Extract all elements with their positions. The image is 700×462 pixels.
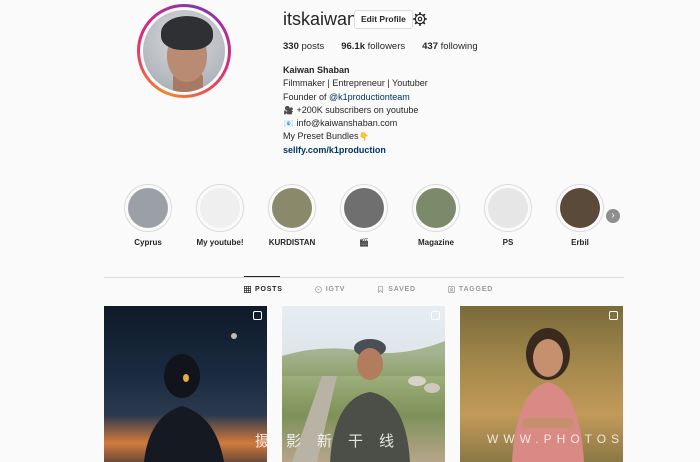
highlight-image <box>416 188 456 228</box>
pointing-down-icon: 👇 <box>359 132 370 142</box>
highlight-cover <box>556 184 604 232</box>
highlight-item[interactable]: My youtube! <box>196 184 244 247</box>
bio-website-link[interactable]: sellfy.com/k1production <box>283 144 583 157</box>
highlight-label: Cyprus <box>134 238 162 247</box>
camera-icon: 🎥 <box>283 105 294 115</box>
profile-avatar[interactable] <box>137 4 231 98</box>
post-tile[interactable] <box>104 306 267 462</box>
highlight-label: PS <box>502 238 514 247</box>
highlight-item[interactable]: Cyprus <box>124 184 172 247</box>
highlight-cover <box>124 184 172 232</box>
highlight-image <box>272 188 312 228</box>
watermark-text: WWW.PHOTOS <box>487 432 625 446</box>
username: itskaiwan <box>283 9 358 29</box>
following-stat[interactable]: 437 following <box>422 41 477 52</box>
email-text: info@kaiwanshaban.com <box>296 118 398 129</box>
tab-tagged[interactable]: TAGGED <box>448 286 493 293</box>
posts-label: posts <box>301 41 325 52</box>
highlight-label: My youtube! <box>196 238 244 247</box>
story-highlights: Cyprus My youtube! KURDISTAN 🎬 Magazine PS Erb… <box>124 184 628 247</box>
highlight-cover <box>484 184 532 232</box>
igtv-icon <box>314 286 322 293</box>
tab-igtv-label: IGTV <box>325 286 346 293</box>
tab-tagged-label: TAGGED <box>458 286 494 293</box>
bookmark-icon <box>378 286 384 293</box>
founder-prefix: Founder of <box>283 91 330 102</box>
bio-line-youtube: 🎥 +200K subscribers on youtube <box>283 104 583 117</box>
profile-full-name: Kaiwan Shaban <box>283 65 350 75</box>
highlight-image <box>128 188 168 228</box>
highlight-item[interactable]: Magazine <box>412 184 460 247</box>
tagged-icon <box>448 286 455 293</box>
tab-posts-label: POSTS <box>255 286 283 293</box>
multiple-photos-icon <box>609 311 618 320</box>
highlight-cover <box>196 184 244 232</box>
highlight-label: Magazine <box>417 238 454 247</box>
highlight-image <box>560 188 600 228</box>
youtube-text: +200K subscribers on youtube <box>296 104 419 115</box>
highlight-cover <box>340 184 388 232</box>
posts-stat: 330 posts <box>283 41 324 52</box>
tabs-divider <box>104 277 624 278</box>
bio-line-presets: My Preset Bundles👇 <box>283 130 583 143</box>
active-tab-indicator <box>244 276 280 277</box>
bio-line-founder: Founder of @k1productionteam <box>283 91 583 104</box>
email-icon: 📧 <box>283 119 294 129</box>
profile-stats: 330 posts 96.1k followers 437 following <box>283 41 478 52</box>
highlight-label: 🎬 <box>359 238 369 247</box>
followers-label: followers <box>367 41 406 52</box>
followers-count: 96.1k <box>341 41 365 52</box>
founder-tag-link[interactable]: @k1productionteam <box>329 92 410 102</box>
highlight-item[interactable]: PS <box>484 184 532 247</box>
tab-posts[interactable]: POSTS <box>244 286 283 293</box>
watermark-text: 摄影新干线 <box>255 433 411 450</box>
tab-igtv[interactable]: IGTV <box>314 286 346 293</box>
bio-line-email: 📧 info@kaiwanshaban.com <box>283 117 583 130</box>
bio-line-roles: Filmmaker | Entrepreneur | Youtuber <box>283 78 428 89</box>
highlight-item[interactable]: Erbil <box>556 184 604 247</box>
gear-icon[interactable] <box>413 12 427 26</box>
posts-count: 330 <box>283 41 299 52</box>
grid-icon <box>244 286 251 293</box>
avatar-hair <box>161 16 213 50</box>
highlight-cover <box>268 184 316 232</box>
highlight-item[interactable]: KURDISTAN <box>268 184 316 247</box>
tab-saved[interactable]: SAVED <box>377 286 416 293</box>
highlight-image <box>344 188 384 228</box>
highlight-label: Erbil <box>571 238 589 247</box>
highlight-image <box>200 188 240 228</box>
profile-tabs: POSTS IGTV SAVED TAGGED <box>244 286 493 293</box>
highlight-cover <box>412 184 460 232</box>
followers-stat[interactable]: 96.1k followers <box>341 41 405 52</box>
avatar-photo <box>143 10 225 92</box>
multiple-photos-icon <box>253 311 262 320</box>
avatar-gap <box>140 7 228 95</box>
post-image-man-night <box>144 333 237 462</box>
edit-profile-button[interactable]: Edit Profile <box>354 10 413 29</box>
presets-text: My Preset Bundles <box>283 131 359 142</box>
following-count: 437 <box>422 41 438 52</box>
highlight-image <box>488 188 528 228</box>
chevron-right-icon[interactable]: › <box>606 209 620 223</box>
multiple-photos-icon <box>431 311 440 320</box>
profile-bio: Kaiwan Shaban Filmmaker | Entrepreneur |… <box>283 64 583 157</box>
tab-saved-label: SAVED <box>388 286 416 293</box>
highlight-item[interactable]: 🎬 <box>340 184 388 247</box>
following-label: following <box>440 41 478 52</box>
highlight-label: KURDISTAN <box>268 238 316 247</box>
